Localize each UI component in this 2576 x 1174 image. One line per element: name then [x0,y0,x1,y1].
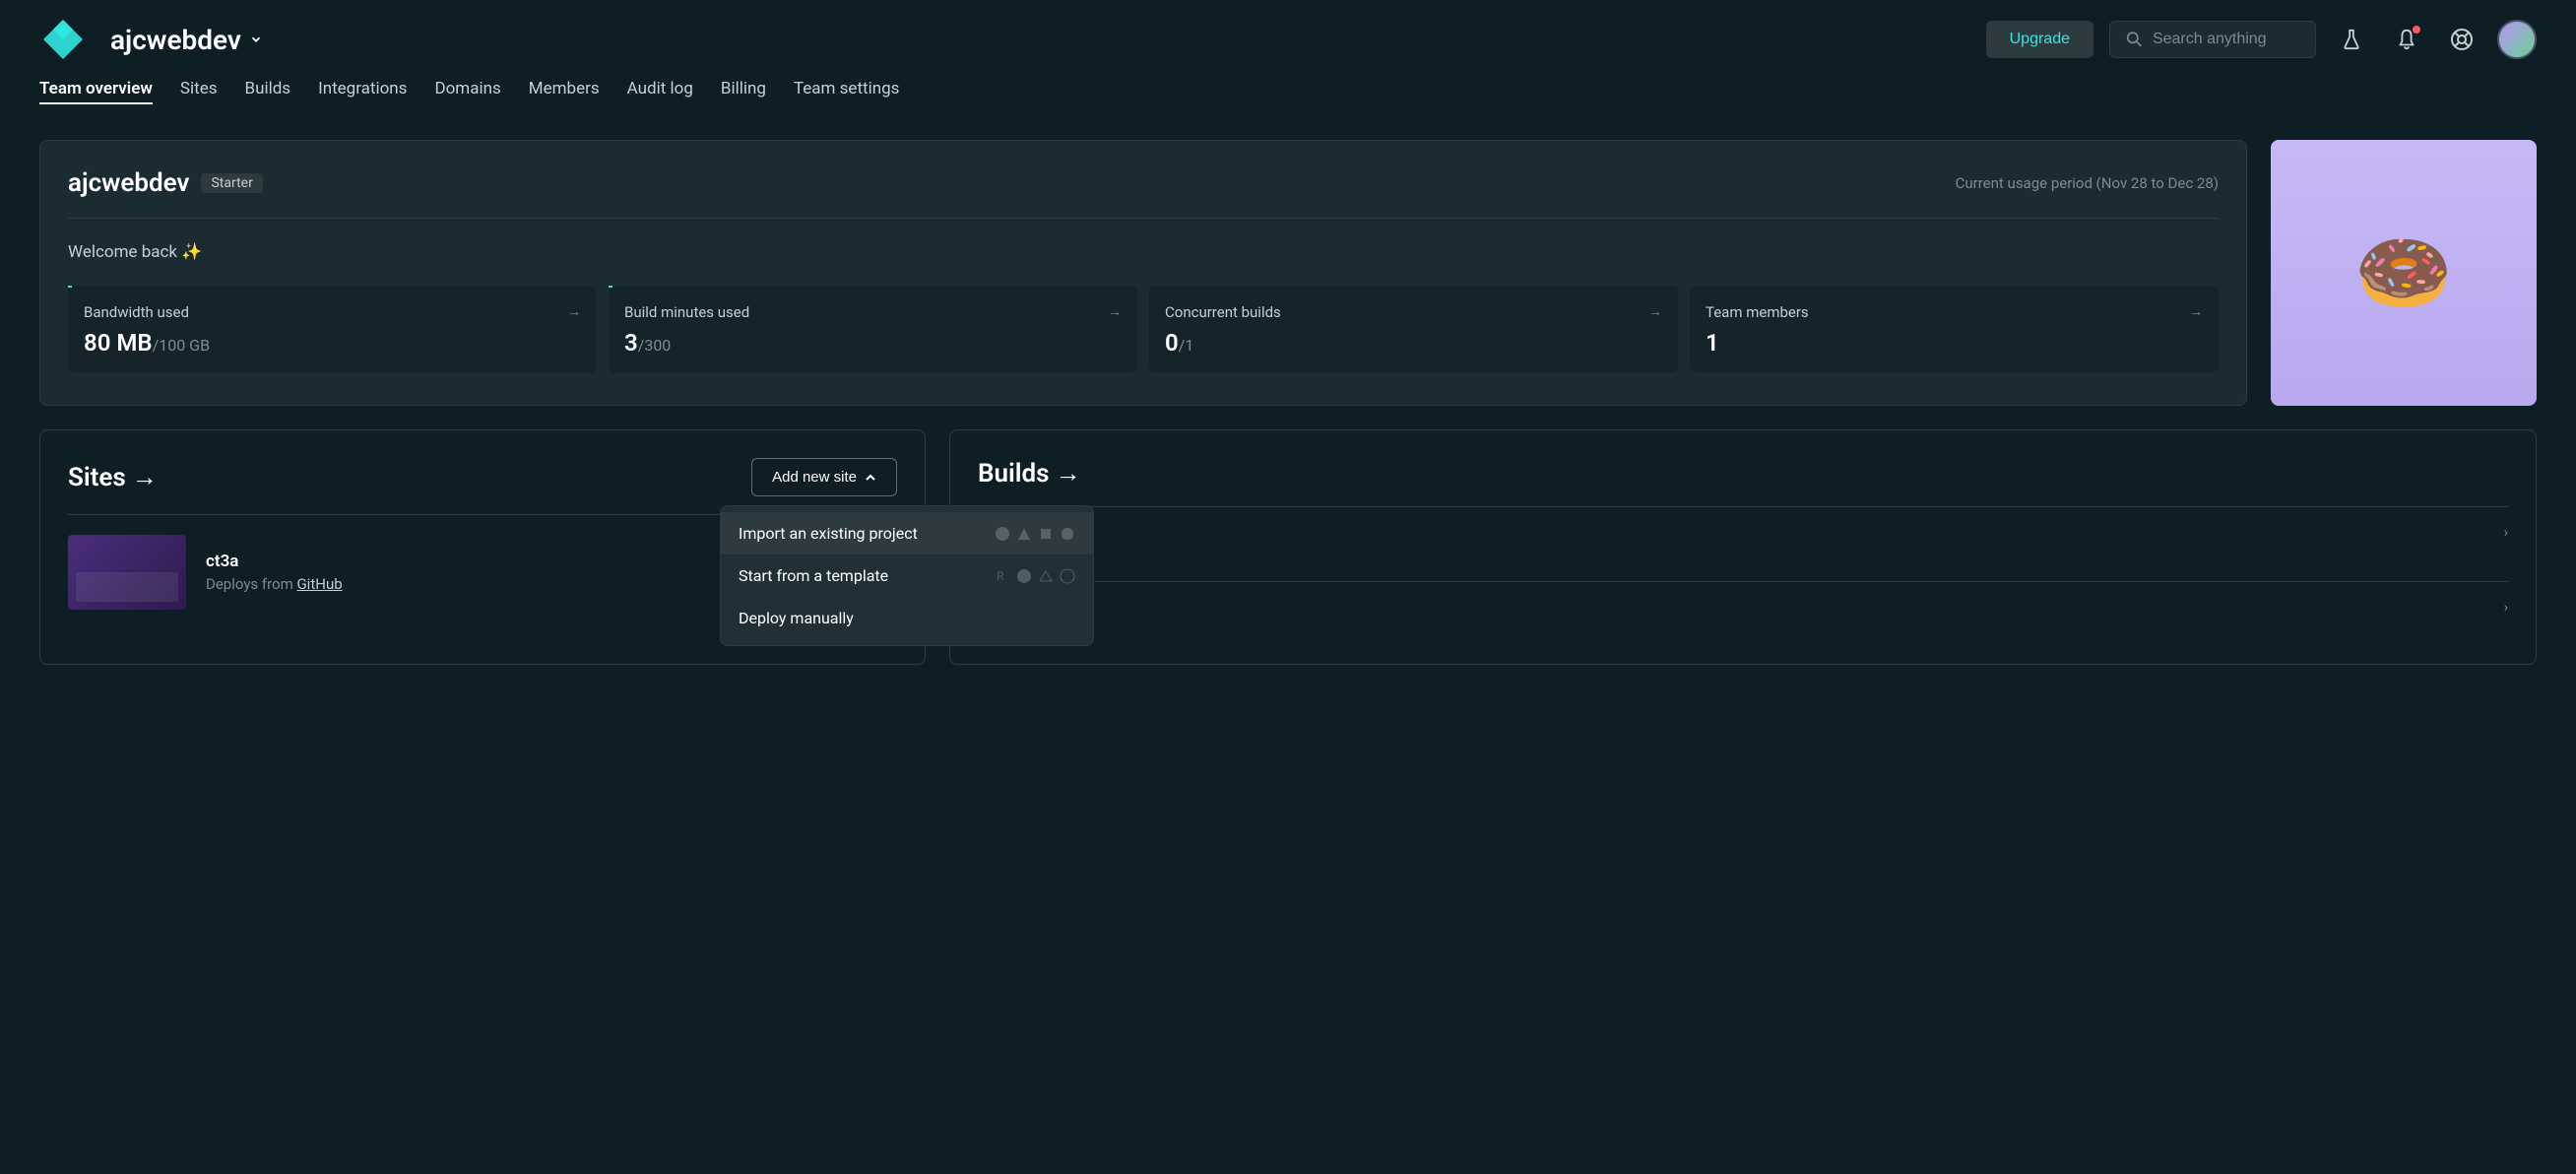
stat-concurrent-builds[interactable]: → Concurrent builds 0/1 [1149,286,1678,372]
welcome-message: Welcome back ✨ [68,242,2219,262]
sites-panel: Sites → Add new site Import an existing … [39,429,926,665]
notification-dot [2413,26,2420,33]
overview-card: ajcwebdev Starter Current usage period (… [39,140,2247,406]
chevron-right-icon: › [2504,600,2508,616]
build-item[interactable]: ed n@235a354 › [978,507,2508,582]
plan-badge: Starter [201,173,262,193]
stat-limit: /1 [1179,336,1194,355]
help-button[interactable] [2442,20,2481,59]
stat-value: 3 [624,329,638,357]
arrow-right-icon: → [1056,458,1081,489]
nuxt-icon [1038,568,1054,584]
stat-value: 0 [1165,329,1179,357]
nextjs-icon [1016,568,1032,584]
tab-billing[interactable]: Billing [721,79,766,104]
stat-label: Bandwidth used [84,303,581,321]
labs-button[interactable] [2332,20,2371,59]
builds-panel: Builds → ed n@235a354 › [949,429,2537,665]
usage-period: Current usage period (Nov 28 to Dec 28) [1956,174,2219,192]
notifications-button[interactable] [2387,20,2426,59]
stat-value: 1 [1706,329,1719,357]
stat-label: Team members [1706,303,2203,321]
site-thumbnail [68,535,186,610]
bitbucket-icon [1038,526,1054,542]
github-icon [995,526,1010,542]
add-new-site-button[interactable]: Add new site [751,458,897,496]
stat-label: Build minutes used [624,303,1122,321]
stat-build-minutes[interactable]: → Build minutes used 3/300 [609,286,1137,372]
search-icon [2126,30,2143,49]
chevron-up-icon [865,472,876,484]
dropdown-import-project[interactable]: Import an existing project [721,512,1093,554]
arrow-right-icon: → [567,303,581,320]
chevron-right-icon: › [2504,525,2508,541]
sites-panel-title[interactable]: Sites → [68,462,158,492]
stat-bandwidth[interactable]: → Bandwidth used 80 MB/100 GB [68,286,597,372]
gitlab-icon [1016,526,1032,542]
search-input[interactable] [2153,31,2299,48]
site-name: ct3a [206,552,343,571]
tab-integrations[interactable]: Integrations [318,79,407,104]
tab-members[interactable]: Members [529,79,600,104]
gatsby-icon [1060,568,1075,584]
arrow-right-icon: → [1648,303,1662,320]
lifebuoy-icon [2450,28,2474,51]
team-avatar-image: 🍩 [2271,140,2537,406]
azure-icon [1060,526,1075,542]
add-site-dropdown: Import an existing project Start from a … [720,505,1094,646]
site-meta: Deploys from GitHub [206,575,343,593]
chevron-down-icon [249,33,263,46]
netlify-logo[interactable] [39,16,87,63]
builds-panel-title[interactable]: Builds → [978,458,1081,489]
team-selector[interactable]: ajcwebdev [110,24,263,56]
nav-tabs: Team overview Sites Builds Integrations … [0,79,2576,120]
remix-icon: R [995,568,1010,584]
svg-text:R: R [997,569,1004,583]
team-name-label: ajcwebdev [110,24,241,56]
overview-team-title: ajcwebdev [68,168,189,198]
tab-domains[interactable]: Domains [434,79,500,104]
site-source-link[interactable]: GitHub [296,575,342,593]
stat-limit: /300 [638,336,672,355]
stat-limit: /100 GB [153,336,210,355]
arrow-right-icon: → [2189,303,2203,320]
flask-icon [2341,29,2362,50]
dropdown-start-template[interactable]: Start from a template R [721,554,1093,597]
stat-label: Concurrent builds [1165,303,1662,321]
tab-sites[interactable]: Sites [180,79,218,104]
stat-value: 80 MB [84,329,153,357]
arrow-right-icon: → [1108,303,1122,320]
tab-team-overview[interactable]: Team overview [39,79,153,104]
tab-audit-log[interactable]: Audit log [627,79,693,104]
arrow-right-icon: → [132,462,158,492]
build-item[interactable]: mix Completed › [978,582,2508,636]
tab-builds[interactable]: Builds [244,79,290,104]
build-meta: n@235a354 [978,548,2492,563]
dropdown-deploy-manually[interactable]: Deploy manually [721,597,1093,639]
search-input-container[interactable] [2109,21,2316,58]
user-avatar[interactable] [2497,20,2537,59]
upgrade-button[interactable]: Upgrade [1986,21,2093,58]
tab-team-settings[interactable]: Team settings [794,79,899,104]
stat-team-members[interactable]: → Team members 1 [1690,286,2219,372]
